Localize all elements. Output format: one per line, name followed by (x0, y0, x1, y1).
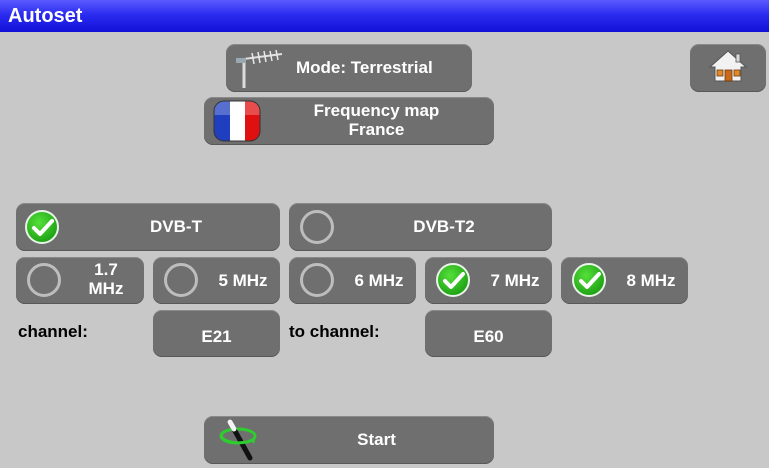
magic-wand-icon (216, 418, 262, 467)
check-icon (436, 263, 470, 297)
radio-off-icon (27, 263, 61, 297)
channel-from-button[interactable]: E21 (153, 310, 280, 357)
frequency-map-title: Frequency map (313, 101, 440, 120)
bandwidth-5mhz-toggle[interactable]: 5 MHz (153, 257, 280, 304)
mode-label: Mode: Terrestrial (296, 58, 433, 77)
bandwidth-5mhz-label: 5 MHz (218, 271, 268, 290)
radio-off-icon (164, 263, 198, 297)
start-label: Start (357, 430, 396, 449)
check-icon (25, 210, 59, 244)
frequency-map-label: Frequency map France (264, 101, 489, 139)
home-icon (708, 48, 748, 89)
france-flag-icon (212, 99, 262, 148)
dvb-t2-toggle[interactable]: DVB-T2 (289, 203, 552, 251)
frequency-map-button[interactable]: Frequency map France (204, 97, 494, 145)
antenna-icon (232, 49, 288, 95)
bandwidth-7mhz-label: 7 MHz (490, 271, 540, 290)
dvb-t-toggle[interactable]: DVB-T (16, 203, 280, 251)
bandwidth-1-7mhz-label: 1.7 MHz (74, 260, 138, 298)
radio-off-icon (300, 263, 334, 297)
bandwidth-6mhz-toggle[interactable]: 6 MHz (289, 257, 416, 304)
start-button[interactable]: Start (204, 416, 494, 464)
bandwidth-7mhz-toggle[interactable]: 7 MHz (425, 257, 552, 304)
bandwidth-8mhz-label: 8 MHz (626, 271, 676, 290)
bandwidth-1-7mhz-unit: MHz (88, 279, 124, 298)
radio-off-icon (300, 210, 334, 244)
bandwidth-1-7mhz-value: 1.7 (94, 260, 118, 279)
home-button[interactable] (690, 44, 766, 92)
frequency-map-country: France (348, 120, 405, 139)
bandwidth-6mhz-label: 6 MHz (354, 271, 404, 290)
dvb-t-label: DVB-T (150, 217, 202, 236)
title-bar: Autoset (0, 0, 769, 32)
channel-from-label: channel: (18, 322, 88, 341)
bandwidth-1-7mhz-toggle[interactable]: 1.7 MHz (16, 257, 144, 304)
channel-from-value: E21 (201, 326, 232, 346)
mode-button[interactable]: Mode: Terrestrial (226, 44, 472, 92)
bandwidth-8mhz-toggle[interactable]: 8 MHz (561, 257, 688, 304)
window-title: Autoset (8, 5, 83, 27)
channel-to-button[interactable]: E60 (425, 310, 552, 357)
dvb-t2-label: DVB-T2 (413, 217, 475, 236)
channel-to-value: E60 (473, 326, 504, 346)
check-icon (572, 263, 606, 297)
channel-to-label: to channel: (289, 322, 380, 341)
